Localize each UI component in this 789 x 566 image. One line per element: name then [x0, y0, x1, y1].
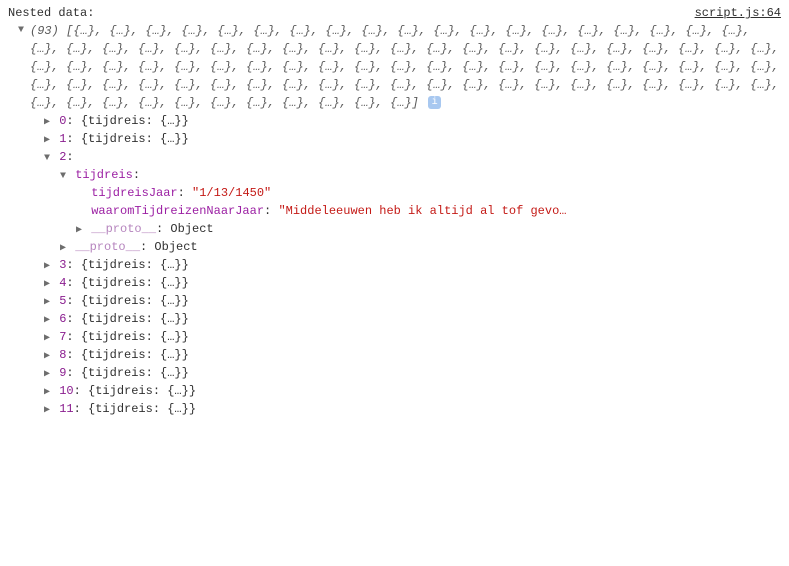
item-preview: {tijdreis: {…}} — [81, 312, 189, 326]
item-preview: {tijdreis: {…}} — [81, 348, 189, 362]
item-preview: {tijdreis: {…}} — [81, 132, 189, 146]
proto-key: __proto__ — [91, 222, 156, 236]
item-index: 11 — [59, 402, 73, 416]
console-log-header: Nested data: script.js:64 — [8, 4, 781, 22]
array-item-0[interactable]: ▶ 0: {tijdreis: {…}} — [8, 112, 781, 130]
expand-arrow-icon[interactable]: ▶ — [42, 349, 52, 364]
expand-arrow-icon[interactable]: ▶ — [58, 241, 68, 256]
proto-key: __proto__ — [75, 240, 140, 254]
item-preview: {tijdreis: {…}} — [81, 276, 189, 290]
array-item-10[interactable]: ▶ 10: {tijdreis: {…}} — [8, 382, 781, 400]
field-key: waaromTijdreizenNaarJaar — [91, 204, 264, 218]
item-preview: {tijdreis: {…}} — [81, 330, 189, 344]
proto-value: Object — [154, 240, 197, 254]
array-item-1[interactable]: ▶ 1: {tijdreis: {…}} — [8, 130, 781, 148]
field-value: "Middeleeuwen heb ik altijd al tof gevo… — [278, 204, 566, 218]
item-preview: {tijdreis: {…}} — [88, 384, 196, 398]
expand-arrow-icon[interactable]: ▶ — [42, 385, 52, 400]
object-proto-inner[interactable]: ▶ __proto__: Object — [8, 220, 781, 238]
log-label: Nested data: — [8, 4, 94, 22]
expand-arrow-icon[interactable]: ▼ — [58, 169, 68, 184]
expand-arrow-icon[interactable]: ▶ — [42, 367, 52, 382]
expand-arrow-icon[interactable]: ▶ — [74, 223, 84, 238]
proto-value: Object — [170, 222, 213, 236]
item-preview: {tijdreis: {…}} — [81, 114, 189, 128]
array-length: (93) — [30, 24, 59, 38]
expand-arrow-icon[interactable]: ▶ — [42, 133, 52, 148]
expand-arrow-icon[interactable]: ▶ — [42, 295, 52, 310]
array-item-7[interactable]: ▶ 7: {tijdreis: {…}} — [8, 328, 781, 346]
expand-arrow-icon[interactable]: ▶ — [42, 331, 52, 346]
info-icon[interactable]: i — [428, 96, 441, 109]
object-field-jaar[interactable]: ▶ tijdreisJaar: "1/13/1450" — [8, 184, 781, 202]
item-index: 10 — [59, 384, 73, 398]
expand-arrow-icon[interactable]: ▶ — [42, 259, 52, 274]
array-summary: (93) [{…}, {…}, {…}, {…}, {…}, {…}, {…},… — [30, 22, 781, 112]
field-value: "1/13/1450" — [192, 186, 271, 200]
item-preview: {tijdreis: {…}} — [81, 258, 189, 272]
array-item-6[interactable]: ▶ 6: {tijdreis: {…}} — [8, 310, 781, 328]
expand-arrow-icon[interactable]: ▼ — [8, 22, 30, 38]
item-preview: {tijdreis: {…}} — [81, 294, 189, 308]
array-item-2[interactable]: ▼ 2: — [8, 148, 781, 166]
expand-arrow-icon[interactable]: ▶ — [42, 277, 52, 292]
property-key: tijdreis — [75, 168, 133, 182]
array-item-5[interactable]: ▶ 5: {tijdreis: {…}} — [8, 292, 781, 310]
array-item-4[interactable]: ▶ 4: {tijdreis: {…}} — [8, 274, 781, 292]
object-proto-outer[interactable]: ▶ __proto__: Object — [8, 238, 781, 256]
expand-arrow-icon[interactable]: ▶ — [42, 115, 52, 130]
expand-arrow-icon[interactable]: ▶ — [42, 313, 52, 328]
array-summary-row[interactable]: ▼ (93) [{…}, {…}, {…}, {…}, {…}, {…}, {…… — [8, 22, 781, 112]
array-item-8[interactable]: ▶ 8: {tijdreis: {…}} — [8, 346, 781, 364]
object-property-tijdreis[interactable]: ▼ tijdreis: — [8, 166, 781, 184]
array-preview: [{…}, {…}, {…}, {…}, {…}, {…}, {…}, {…},… — [30, 24, 779, 110]
field-key: tijdreisJaar — [91, 186, 177, 200]
expand-arrow-icon[interactable]: ▶ — [42, 403, 52, 418]
item-preview: {tijdreis: {…}} — [81, 366, 189, 380]
expand-arrow-icon[interactable]: ▼ — [42, 151, 52, 166]
array-item-9[interactable]: ▶ 9: {tijdreis: {…}} — [8, 364, 781, 382]
object-field-waarom[interactable]: ▶ waaromTijdreizenNaarJaar: "Middeleeuwe… — [8, 202, 781, 220]
array-item-11[interactable]: ▶ 11: {tijdreis: {…}} — [8, 400, 781, 418]
source-link[interactable]: script.js:64 — [695, 4, 781, 22]
object-tree: ▶ 0: {tijdreis: {…}} ▶ 1: {tijdreis: {…}… — [8, 112, 781, 418]
item-preview: {tijdreis: {…}} — [88, 402, 196, 416]
array-item-3[interactable]: ▶ 3: {tijdreis: {…}} — [8, 256, 781, 274]
